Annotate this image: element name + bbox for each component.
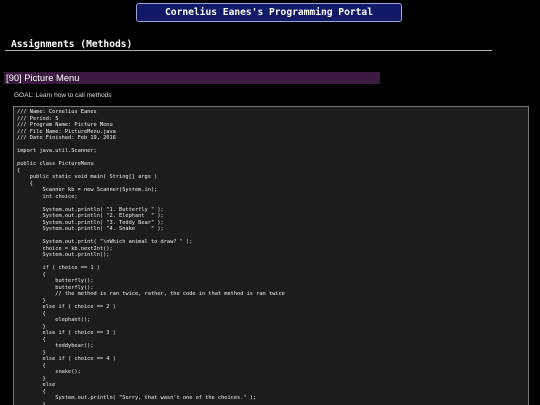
section-divider: [5, 50, 492, 51]
code-line: // the method is ran twice, rather, the …: [17, 291, 285, 297]
code-line: }: [17, 401, 46, 405]
assignment-title[interactable]: [90] Picture Menu: [6, 72, 79, 84]
assignment-title-bar: [90] Picture Menu: [4, 72, 380, 84]
assignment-goal: GOAL: Learn how to call methods: [14, 92, 112, 99]
code-line: System.out.println( "Sorry, that wasn't …: [17, 395, 257, 401]
portal-title-banner[interactable]: Cornelius Eanes's Programming Portal: [136, 3, 402, 22]
code-block[interactable]: /// Name: Cornelius Eanes/// Period: 5//…: [13, 106, 529, 405]
code-lines: /// Name: Cornelius Eanes/// Period: 5//…: [17, 109, 285, 405]
page: Cornelius Eanes's Programming Portal Ass…: [0, 0, 540, 405]
